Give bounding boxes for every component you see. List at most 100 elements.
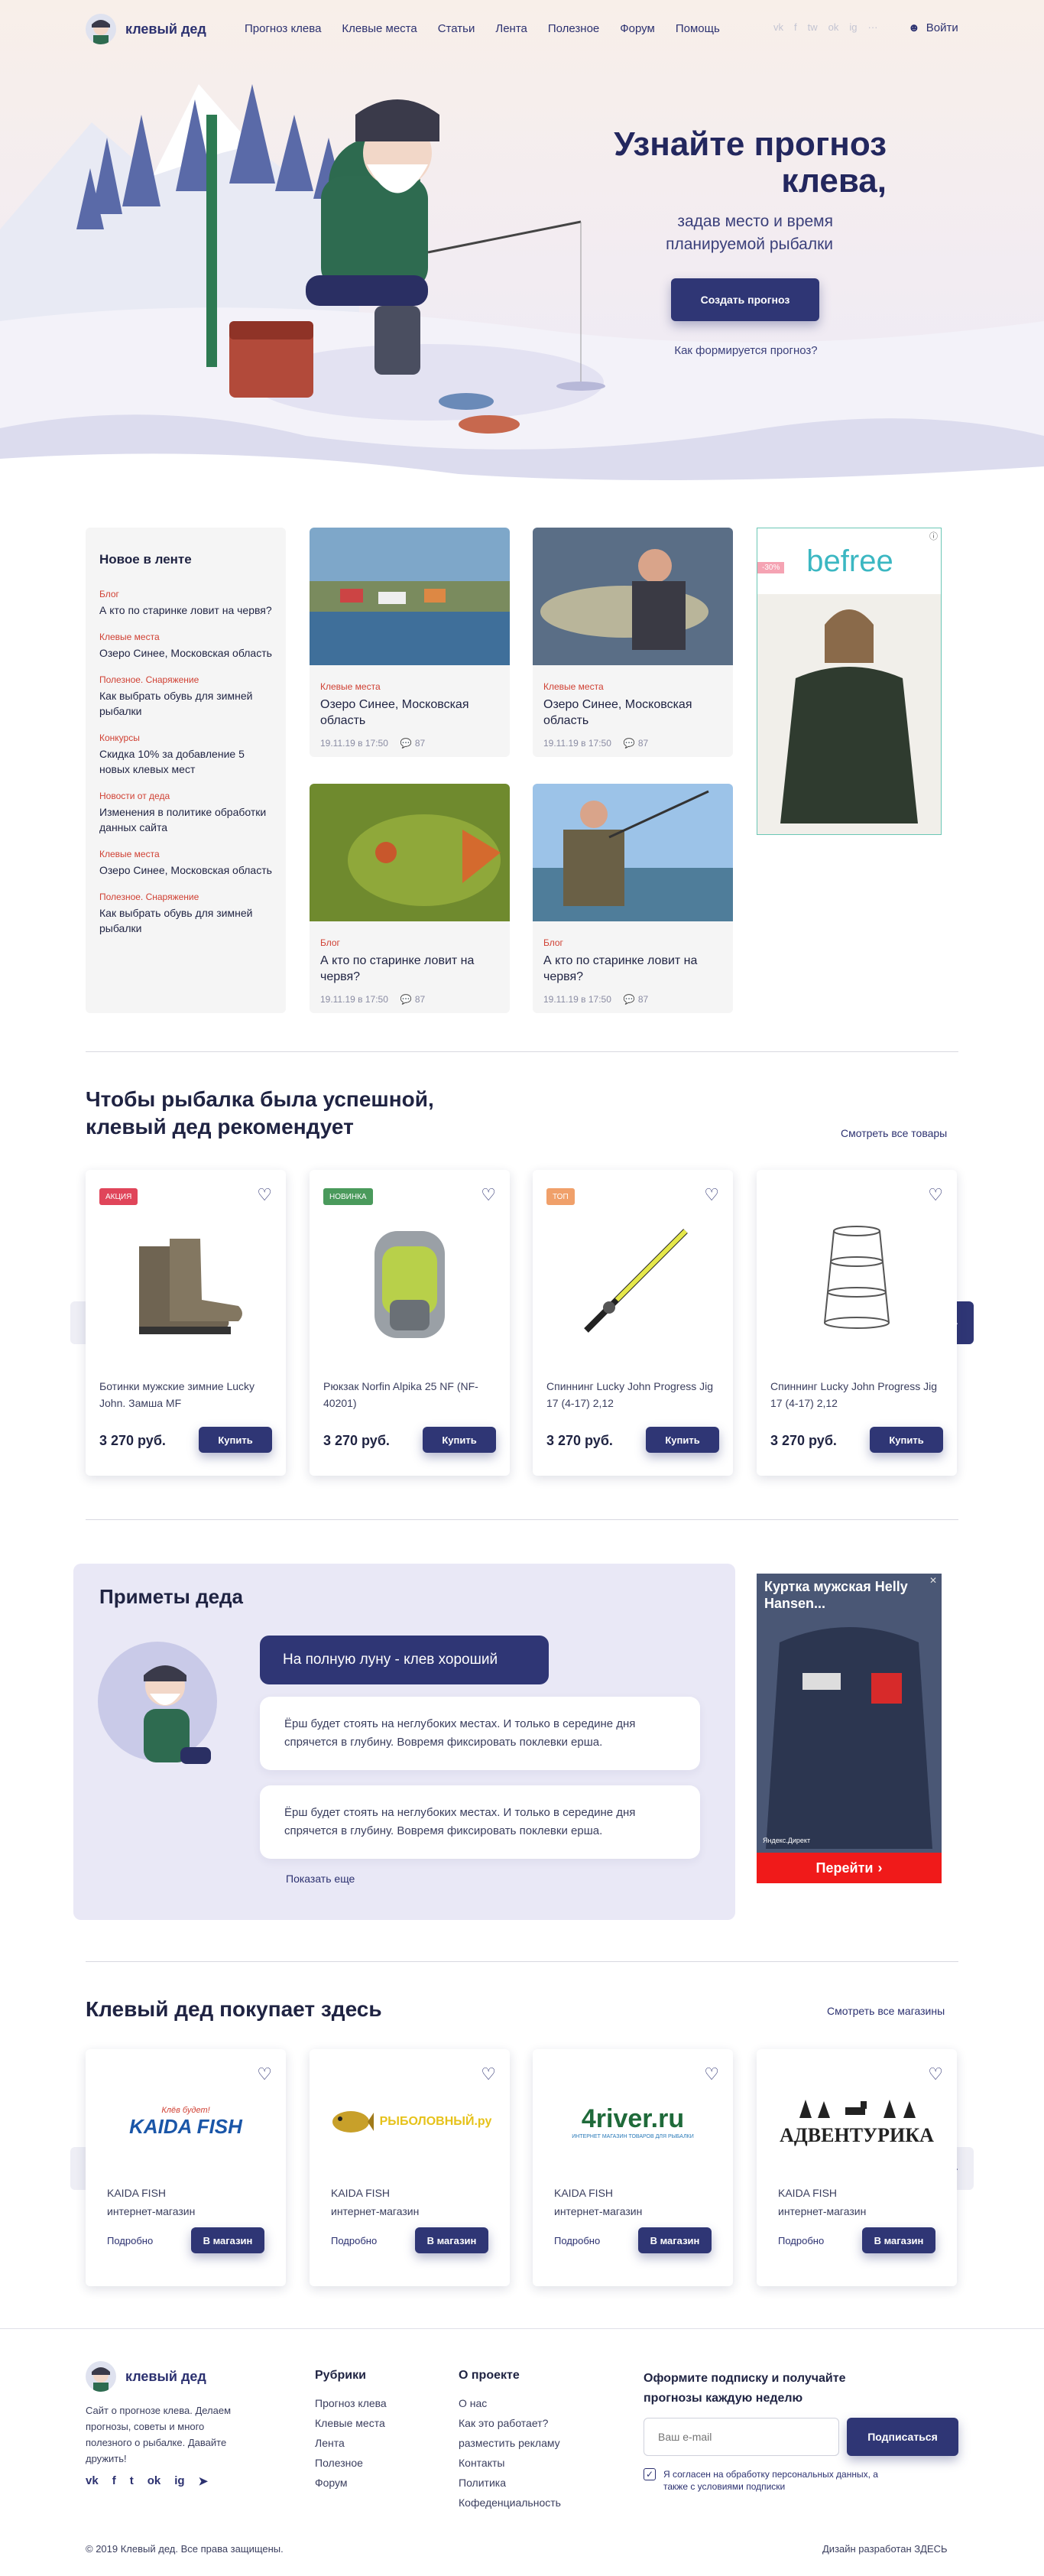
heart-icon[interactable]: ♡ [704, 2064, 719, 2084]
heart-icon[interactable]: ♡ [481, 1185, 496, 1205]
ad-go-button[interactable]: Перейти › [757, 1853, 942, 1883]
ad-close-icon[interactable]: ✕ [929, 1575, 937, 1586]
heart-icon[interactable]: ♡ [928, 2064, 943, 2084]
ad-source: Яндекс.Директ [763, 1837, 811, 1844]
email-input[interactable] [644, 2418, 839, 2456]
login-link[interactable]: ☻ Войти [908, 21, 958, 34]
subscribe-button[interactable]: Подписаться [847, 2418, 958, 2456]
developer-link[interactable]: Дизайн разработан ЗДЕСЬ [822, 2543, 948, 2555]
shop-details-link[interactable]: Подробно [331, 2235, 377, 2246]
footer-logo[interactable]: клевый дед [86, 2361, 206, 2392]
footer-link[interactable]: О нас [459, 2393, 561, 2413]
logo[interactable]: клевый дед [86, 14, 206, 44]
nav-item-help[interactable]: Помощь [676, 22, 720, 35]
forest-logo-icon [799, 2100, 916, 2118]
shop-card[interactable]: ♡ Клёв будет! KAIDA FISH KAIDA FISH интер… [86, 2049, 286, 2286]
comment-icon: 💬 [623, 994, 635, 1005]
shop-details-link[interactable]: Подробно [107, 2235, 153, 2246]
shop-card[interactable]: ♡ АДВЕНТУРИКА KAIDA FISH интернет-магазин… [757, 2049, 957, 2286]
agree-checkbox[interactable]: ✓ [644, 2468, 656, 2480]
news-date: 19.11.19 в 17:50 [320, 738, 388, 749]
heart-icon[interactable]: ♡ [481, 2064, 496, 2084]
twitter-icon[interactable]: t [130, 2474, 134, 2488]
show-more-link[interactable]: Показать еще [286, 1873, 355, 1885]
feed-item-category: Блог [99, 589, 119, 599]
telegram-icon[interactable]: ➤ [199, 2474, 209, 2488]
news-card[interactable]: Блог А кто по старинке ловит на червя? 1… [310, 784, 510, 1013]
heart-icon[interactable]: ♡ [928, 1185, 943, 1205]
feed-item-text: А кто по старинке ловит на червя? [99, 604, 272, 616]
news-card[interactable]: Клевые места Озеро Синее, Московская обл… [310, 528, 510, 757]
vk-icon[interactable]: vk [86, 2474, 99, 2488]
shop-details-link[interactable]: Подробно [554, 2235, 600, 2246]
more-icon[interactable]: ··· [867, 21, 877, 33]
feed-item[interactable]: Полезное. Снаряжение Как выбрать обувь дл… [99, 674, 272, 719]
create-forecast-button[interactable]: Создать прогноз [671, 278, 819, 321]
instagram-icon[interactable]: ig [849, 21, 857, 33]
buy-button[interactable]: Купить [423, 1427, 496, 1453]
all-products-link[interactable]: Смотреть все товары [841, 1127, 947, 1139]
footer-link[interactable]: Полезное [315, 2453, 387, 2473]
to-shop-button[interactable]: В магазин [191, 2227, 264, 2253]
nav-item-useful[interactable]: Полезное [548, 22, 599, 35]
to-shop-button[interactable]: В магазин [415, 2227, 488, 2253]
feed-item[interactable]: Клевые места Озеро Синее, Московская обла… [99, 632, 272, 661]
nav-item-places[interactable]: Клевые места [342, 22, 417, 35]
feed-item[interactable]: Блог А кто по старинке ловит на червя? [99, 589, 272, 618]
ad-banner-befree[interactable]: befree -30% ⓘ [757, 528, 942, 835]
heart-icon[interactable]: ♡ [704, 1185, 719, 1205]
nav-item-forum[interactable]: Форум [620, 22, 655, 35]
footer-link[interactable]: Клевые места [315, 2413, 387, 2433]
shop-logo-text: РЫБОЛОВНЫЙ.ру [379, 2115, 492, 2128]
buy-button[interactable]: Купить [870, 1427, 943, 1453]
facebook-icon[interactable]: f [112, 2474, 116, 2488]
ad-banner-jacket[interactable]: Куртка мужская Helly Hansen... ✕ Яндекс.… [757, 1574, 942, 1883]
product-badge: НОВИНКА [323, 1188, 373, 1205]
footer-link[interactable]: Как это работает? [459, 2413, 561, 2433]
vk-icon[interactable]: vk [773, 21, 783, 33]
footer-link[interactable]: разместить рекламу [459, 2433, 561, 2453]
feed-item-text: Озеро Синее, Московская область [99, 864, 272, 876]
odnoklassniki-icon[interactable]: ok [828, 21, 839, 33]
nav-item-feed[interactable]: Лента [495, 22, 527, 35]
shop-card[interactable]: ♡ РЫБОЛОВНЫЙ.ру KAIDA FISH интернет-магаз… [310, 2049, 510, 2286]
buy-button[interactable]: Купить [646, 1427, 719, 1453]
product-card[interactable]: АКЦИЯ ♡ Ботинки мужские зимние Lucky Joh… [86, 1170, 286, 1476]
odnoklassniki-icon[interactable]: ok [148, 2474, 161, 2488]
footer-link[interactable]: Лента [315, 2433, 387, 2453]
product-card[interactable]: НОВИНКА ♡ Рюкзак Norfin Alpika 25 NF (NF… [310, 1170, 510, 1476]
feed-item[interactable]: Конкурсы Скидка 10% за добавление 5 новых… [99, 733, 272, 777]
nav-item-articles[interactable]: Статьи [438, 22, 475, 35]
news-image [533, 784, 733, 921]
facebook-icon[interactable]: f [794, 21, 797, 33]
shop-card[interactable]: ♡ 4river.ru ИНТЕРНЕТ МАГАЗИН ТОВАРОВ ДЛЯ… [533, 2049, 733, 2286]
to-shop-button[interactable]: В магазин [638, 2227, 712, 2253]
feed-item[interactable]: Клевые места Озеро Синее, Московская обла… [99, 849, 272, 878]
feed-item[interactable]: Полезное. Снаряжение Как выбрать обувь дл… [99, 892, 272, 936]
buy-button[interactable]: Купить [199, 1427, 272, 1453]
to-shop-button[interactable]: В магазин [862, 2227, 935, 2253]
twitter-icon[interactable]: tw [808, 21, 818, 33]
footer-link[interactable]: Политика [459, 2473, 561, 2493]
nav-item-forecast[interactable]: Прогноз клева [245, 22, 321, 35]
footer-link[interactable]: Кофеденциальность [459, 2493, 561, 2513]
footer-link[interactable]: Прогноз клева [315, 2393, 387, 2413]
shop-type: интернет-магазин [331, 2205, 420, 2217]
shop-details-link[interactable]: Подробно [778, 2235, 824, 2246]
footer-link[interactable]: Форум [315, 2473, 387, 2493]
news-card[interactable]: Блог А кто по старинке ловит на червя? 1… [533, 784, 733, 1013]
feed-item[interactable]: Новости от деда Изменения в политике обра… [99, 791, 272, 835]
heart-icon[interactable]: ♡ [257, 1185, 272, 1205]
ad-close-icon[interactable]: ⓘ [929, 530, 938, 542]
all-shops-link[interactable]: Смотреть все магазины [827, 2005, 945, 2017]
heart-icon[interactable]: ♡ [257, 2064, 272, 2084]
how-forecast-link[interactable]: Как формируется прогноз? [657, 344, 835, 357]
product-card[interactable]: ТОП ♡ Спиннинг Lucky John Progress Jig 1… [533, 1170, 733, 1476]
product-card[interactable]: ♡ Спиннинг Lucky John Progress Jig 17 (4… [757, 1170, 957, 1476]
footer-link[interactable]: Контакты [459, 2453, 561, 2473]
news-title: Озеро Синее, Московская область [543, 698, 692, 727]
instagram-icon[interactable]: ig [174, 2474, 184, 2488]
news-card[interactable]: Клевые места Озеро Синее, Московская обл… [533, 528, 733, 757]
news-category: Клевые места [543, 681, 604, 692]
subscribe-title: Оформите подписку и получайте прогнозы к… [644, 2372, 846, 2405]
